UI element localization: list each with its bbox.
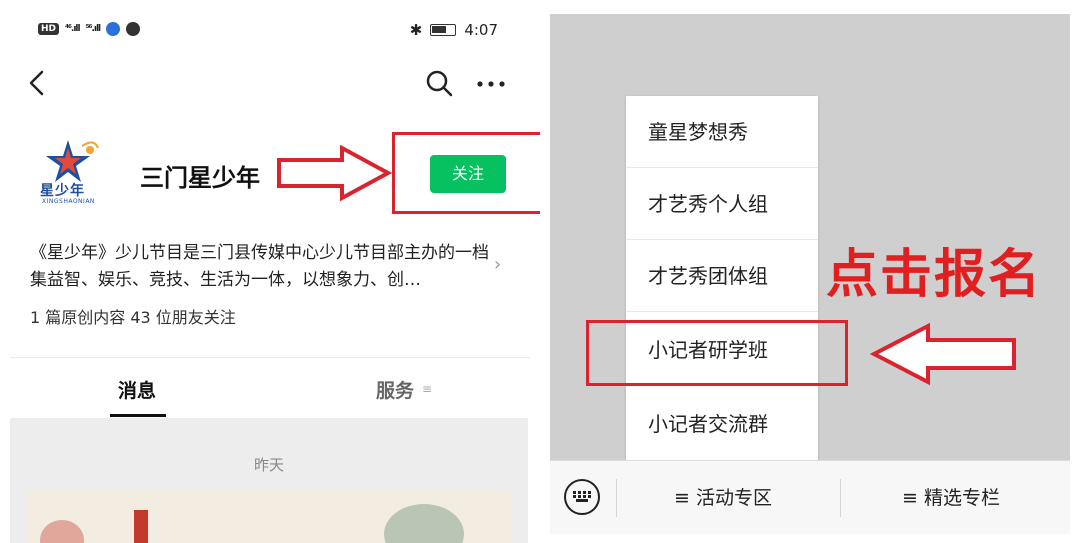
status-right: ✱ 4:07 [410, 21, 498, 39]
search-icon[interactable] [424, 68, 454, 98]
card-seal-image [134, 510, 148, 543]
signal-icon-1: ⁴⁶.ıll [65, 24, 81, 34]
hd-badge: HD [38, 23, 60, 35]
cta-text: 点击报名 [826, 245, 1043, 305]
tab-services[interactable]: 服务 [376, 376, 414, 403]
battery-icon [430, 24, 457, 36]
right-screenshot: 童星梦想秀 才艺秀个人组 才艺秀团体组 小记者研学班 小记者交流群 点击报名 ≡… [550, 14, 1070, 534]
account-stats: 1 篇原创内容 43 位朋友关注 [30, 308, 236, 327]
message-feed: 昨天 [10, 418, 528, 543]
card-flower-image [40, 520, 84, 543]
chevron-right-icon[interactable]: › [494, 254, 501, 275]
menu-item-reporter-group[interactable]: 小记者交流群 [626, 388, 818, 460]
signal-icon-2: ⁵⁶.ıll [85, 24, 102, 34]
menu-item-talent-individual[interactable]: 才艺秀个人组 [626, 168, 818, 240]
bluetooth-icon: ✱ [409, 21, 423, 39]
app-notification-icon [106, 22, 121, 36]
top-navigation [0, 60, 540, 108]
location-icon [126, 22, 141, 36]
article-card[interactable] [26, 490, 512, 543]
menu-activity-zone[interactable]: ≡ 活动专区 [674, 483, 772, 510]
follow-highlight-box [392, 132, 540, 214]
reporter-class-highlight-box [586, 320, 848, 386]
card-leaf-image [384, 504, 464, 543]
menu-item-talent-group[interactable]: 才艺秀团体组 [626, 240, 818, 312]
divider [10, 357, 530, 358]
services-menu-icon: ≡ [422, 382, 433, 396]
bottom-menu-bar: ≡ 活动专区 ≡ 精选专栏 [550, 460, 1070, 534]
logo-text: 星少年 [40, 183, 85, 199]
logo-subtext: XINGSHAONIAN [42, 198, 95, 205]
popup-menu: 童星梦想秀 才艺秀个人组 才艺秀团体组 小记者研学班 小记者交流群 [626, 96, 818, 460]
account-description[interactable]: 《星少年》少儿节目是三门县传媒中心少儿节目部主办的一档集益智、娱乐、竞技、生活为… [30, 240, 500, 294]
arrow-pointing-right-icon [277, 145, 392, 201]
more-options-icon[interactable] [474, 68, 508, 98]
account-name: 三门星少年 [140, 164, 260, 192]
menu-featured-column[interactable]: ≡ 精选专栏 [902, 483, 1000, 510]
active-tab-indicator [110, 414, 166, 417]
arrow-pointing-left-icon [870, 322, 1016, 386]
feed-date: 昨天 [253, 456, 284, 474]
keyboard-icon[interactable] [564, 479, 600, 515]
divider [840, 479, 841, 517]
tab-messages[interactable]: 消息 [118, 376, 156, 403]
status-time: 4:07 [464, 21, 498, 39]
status-bar: HD ⁴⁶.ıll ⁵⁶.ıll ✱ 4:07 [0, 18, 540, 46]
back-arrow-icon[interactable] [22, 68, 52, 98]
menu-item-dream-show[interactable]: 童星梦想秀 [626, 96, 818, 168]
divider [616, 479, 617, 517]
status-left: HD ⁴⁶.ıll ⁵⁶.ıll [38, 22, 141, 36]
left-screenshot: HD ⁴⁶.ıll ⁵⁶.ıll ✱ 4:07 星少年 XINGSHAONIAN… [0, 0, 540, 543]
